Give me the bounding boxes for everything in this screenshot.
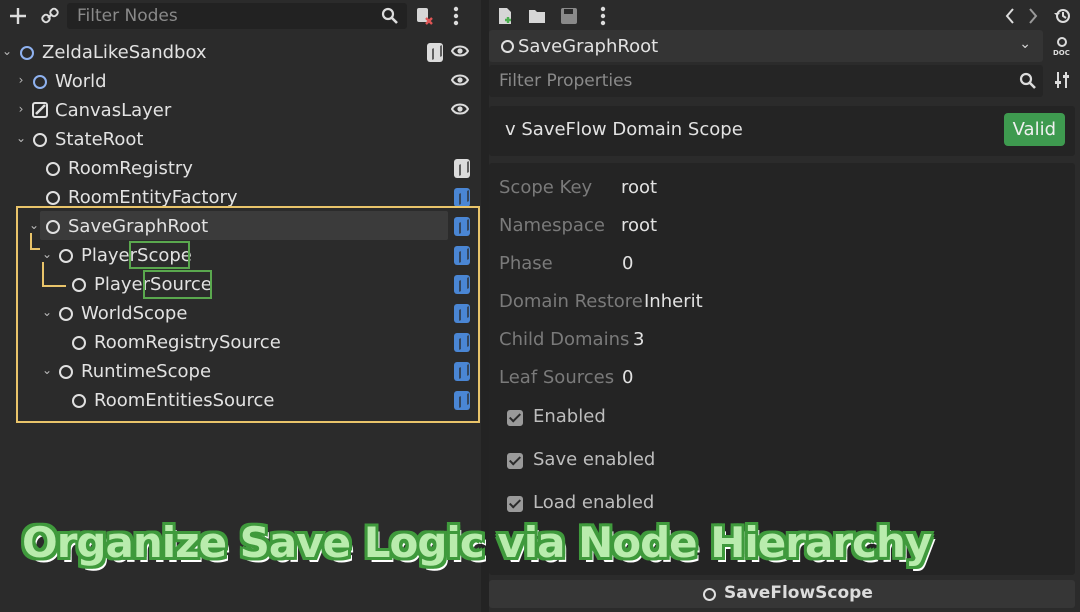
chevron-down-icon[interactable]: ⌄	[14, 131, 28, 145]
section-title: v SaveFlow Domain Scope	[505, 119, 743, 140]
green-highlight-source	[143, 270, 212, 299]
filter-nodes-field[interactable]	[67, 3, 407, 29]
history-icon[interactable]	[1050, 4, 1074, 28]
link-icon[interactable]	[38, 4, 62, 28]
tree-label: RoomEntityFactory	[68, 187, 238, 208]
connector-line	[42, 285, 66, 287]
node-icon	[33, 133, 47, 147]
chevron-right-icon[interactable]: ›	[14, 102, 28, 116]
forward-arrow-icon[interactable]	[1021, 4, 1045, 28]
node-icon	[46, 162, 60, 176]
status-badge: Valid	[1003, 113, 1065, 146]
property-value[interactable]: root	[621, 215, 657, 236]
script-icon[interactable]	[454, 188, 470, 207]
eye-icon[interactable]	[451, 102, 469, 116]
property-value[interactable]: root	[621, 177, 657, 198]
chevron-right-icon[interactable]: ›	[14, 73, 28, 87]
menu-icon[interactable]	[444, 4, 468, 28]
property-key: Phase	[499, 253, 553, 274]
save-icon[interactable]	[557, 4, 581, 28]
tree-label: ZeldaLikeSandbox	[42, 42, 207, 63]
node-doc-icon[interactable]: DOC	[1050, 34, 1074, 58]
property-key: Namespace	[499, 215, 605, 236]
node-icon	[703, 588, 716, 601]
highlight-box	[16, 206, 480, 423]
node-icon	[46, 191, 60, 205]
checkbox-icon[interactable]	[507, 453, 523, 469]
node-type-label: SaveFlowScope	[724, 583, 873, 603]
filter-properties-input[interactable]	[497, 70, 1001, 92]
tree-row-roomregistry[interactable]: RoomRegistry	[0, 154, 481, 183]
property-key: Domain Restore	[499, 291, 643, 312]
node-selector[interactable]: SaveGraphRoot ⌄	[489, 30, 1043, 62]
canvas-layer-icon	[32, 102, 48, 118]
tree-label: StateRoot	[55, 129, 144, 150]
section-header-savefloW-domain-scope[interactable]: v SaveFlow Domain Scope Valid	[489, 106, 1075, 156]
property-settings-icon[interactable]	[1050, 68, 1074, 92]
svg-text:DOC: DOC	[1053, 49, 1070, 56]
eye-icon[interactable]	[451, 73, 469, 87]
node-icon	[501, 40, 514, 53]
property-value[interactable]: 3	[633, 329, 644, 350]
checkbox-icon[interactable]	[507, 410, 523, 426]
back-arrow-icon[interactable]	[998, 4, 1022, 28]
script-icon[interactable]	[427, 43, 443, 62]
property-key: Child Domains	[499, 329, 630, 350]
filter-properties-field[interactable]	[489, 65, 1043, 97]
property-value[interactable]: 0	[622, 367, 633, 388]
property-value[interactable]: 0	[622, 253, 633, 274]
chevron-down-icon[interactable]: ⌄	[0, 44, 14, 58]
tree-row-world[interactable]: › World	[0, 67, 481, 96]
search-icon	[1019, 72, 1036, 89]
tree-label: RoomRegistry	[68, 158, 193, 179]
tree-label: CanvasLayer	[55, 100, 172, 121]
connector-line	[42, 262, 44, 287]
node-type-bar[interactable]: SaveFlowScope	[489, 580, 1075, 608]
script-remove-icon[interactable]	[412, 4, 436, 28]
tree-row-canvaslayer[interactable]: › CanvasLayer	[0, 96, 481, 125]
new-resource-icon[interactable]	[493, 4, 517, 28]
checkbox-icon[interactable]	[507, 496, 523, 512]
tree-row-zeldalikesandbox[interactable]: ⌄ ZeldaLikeSandbox	[0, 38, 481, 67]
script-icon[interactable]	[454, 159, 470, 178]
checkbox-label: Load enabled	[533, 492, 655, 513]
open-folder-icon[interactable]	[525, 4, 549, 28]
property-key: Leaf Sources	[499, 367, 615, 388]
green-highlight-scope	[129, 241, 190, 269]
chevron-down-icon: ⌄	[1019, 36, 1031, 52]
node-icon	[33, 75, 47, 89]
caption-overlay: Organize Save Logic via Node Hierarchy	[22, 518, 932, 567]
checkbox-label: Save enabled	[533, 449, 656, 470]
checkbox-label: Enabled	[533, 406, 606, 427]
tree-row-stateroot[interactable]: ⌄ StateRoot	[0, 125, 481, 154]
connector-line	[30, 248, 40, 250]
add-icon[interactable]	[6, 4, 30, 28]
eye-icon[interactable]	[451, 44, 469, 58]
property-value[interactable]: Inherit	[644, 291, 703, 312]
property-key: Scope Key	[499, 177, 593, 198]
properties-panel: Scope Key root Namespace root Phase 0 Do…	[489, 163, 1075, 575]
node-name: SaveGraphRoot	[518, 36, 659, 57]
node-icon	[20, 46, 34, 60]
search-icon	[378, 4, 402, 28]
tree-label: World	[55, 71, 107, 92]
menu-icon[interactable]	[591, 4, 615, 28]
filter-nodes-input[interactable]	[75, 5, 369, 27]
